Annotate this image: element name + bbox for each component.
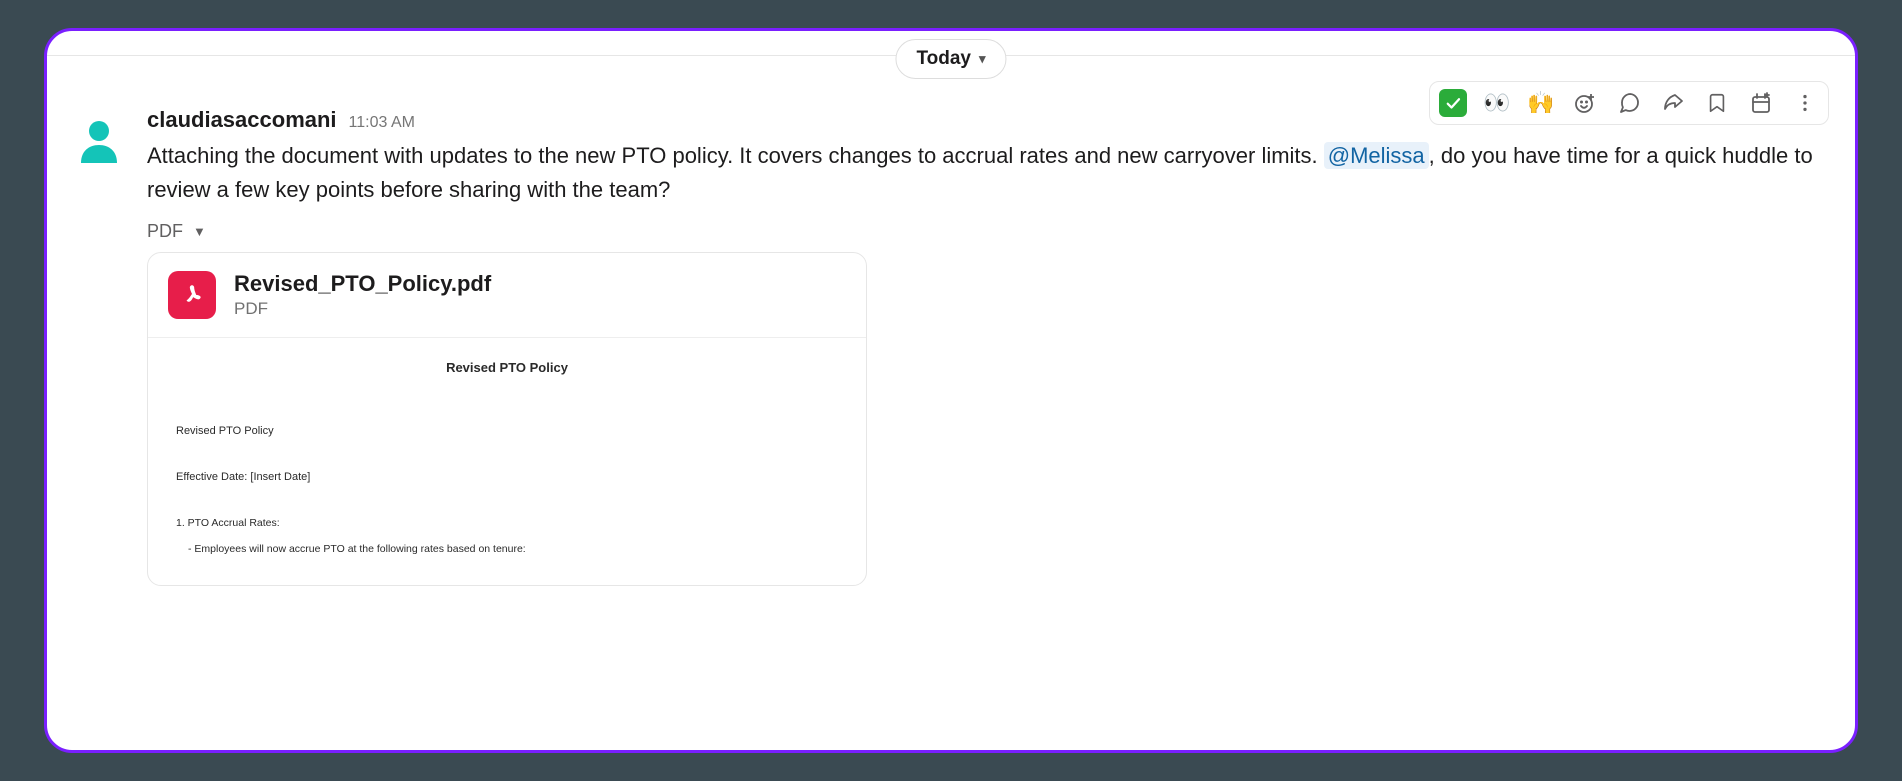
pdf-icon xyxy=(168,271,216,319)
attachment-filetype: PDF xyxy=(234,299,491,319)
message-text: Attaching the document with updates to t… xyxy=(147,139,1827,207)
attachment-header: Revised_PTO_Policy.pdf PDF xyxy=(148,253,866,338)
preview-line-2: Effective Date: [Insert Date] xyxy=(176,471,838,483)
username[interactable]: claudiasaccomani xyxy=(147,107,337,133)
message-text-part1: Attaching the document with updates to t… xyxy=(147,143,1324,168)
avatar[interactable] xyxy=(75,115,123,163)
date-divider-pill[interactable]: Today ▾ xyxy=(895,39,1006,79)
preview-line-4: - Employees will now accrue PTO at the f… xyxy=(188,543,838,555)
file-section-label: PDF xyxy=(147,221,183,242)
preview-line-3: 1. PTO Accrual Rates: xyxy=(176,517,838,529)
chevron-down-icon: ▾ xyxy=(979,51,986,67)
attachment-meta: Revised_PTO_Policy.pdf PDF xyxy=(234,271,491,319)
date-label: Today xyxy=(916,48,971,70)
message: claudiasaccomani 11:03 AM Attaching the … xyxy=(75,107,1827,586)
chat-card: Today ▾ 👀 🙌 xyxy=(44,28,1858,753)
attachment-card[interactable]: Revised_PTO_Policy.pdf PDF Revised PTO P… xyxy=(147,252,867,586)
message-body: claudiasaccomani 11:03 AM Attaching the … xyxy=(147,107,1827,586)
file-section-toggle[interactable]: PDF ▼ xyxy=(147,221,1827,242)
attachment-filename: Revised_PTO_Policy.pdf xyxy=(234,271,491,297)
chevron-down-icon: ▼ xyxy=(193,224,206,239)
mention[interactable]: @Melissa xyxy=(1324,142,1429,169)
preview-title: Revised PTO Policy xyxy=(176,360,838,375)
message-header: claudiasaccomani 11:03 AM xyxy=(147,107,1827,133)
timestamp[interactable]: 11:03 AM xyxy=(349,114,415,132)
preview-line-1: Revised PTO Policy xyxy=(176,425,838,437)
attachment-preview: Revised PTO Policy Revised PTO Policy Ef… xyxy=(148,338,866,585)
